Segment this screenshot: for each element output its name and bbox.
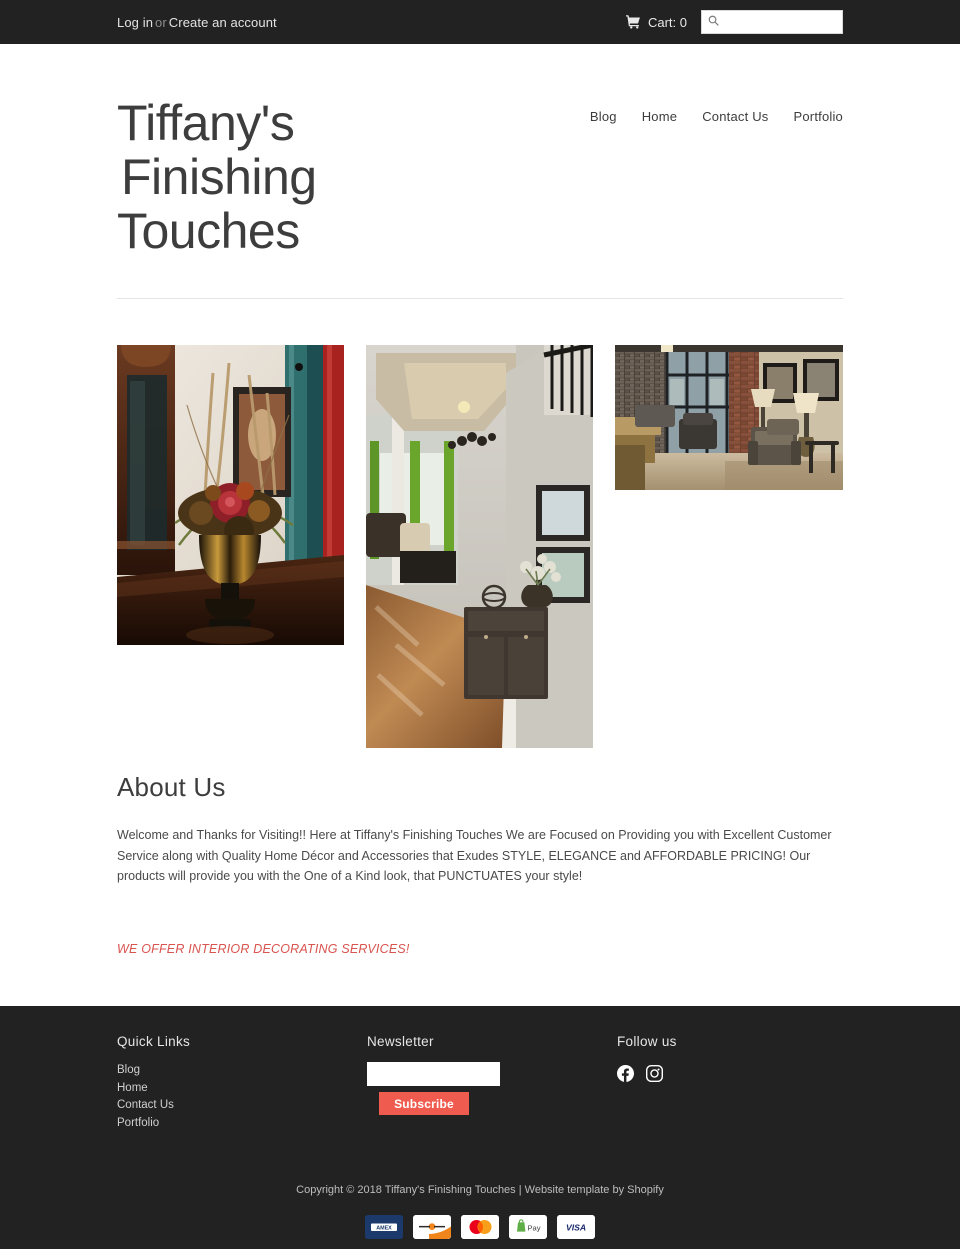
visa-icon: VISA bbox=[557, 1215, 595, 1239]
gallery-image-lounge-seating[interactable] bbox=[615, 345, 843, 490]
footer-columns: Quick Links Blog Home Contact Us Portfol… bbox=[117, 1034, 843, 1132]
search-input[interactable] bbox=[719, 11, 866, 33]
auth-links: Log in or Create an account bbox=[117, 15, 277, 30]
footer-link-home[interactable]: Home bbox=[117, 1080, 367, 1098]
about-body: Welcome and Thanks for Visiting!! Here a… bbox=[117, 828, 832, 883]
site-header: Tiffany's Finishing Touches Blog Home Co… bbox=[117, 44, 843, 258]
discover-icon bbox=[413, 1215, 451, 1239]
top-bar-inner: Log in or Create an account Cart: 0 bbox=[117, 10, 866, 34]
shopping-cart-icon bbox=[625, 15, 641, 29]
svg-text:Pay: Pay bbox=[527, 1224, 540, 1233]
login-link[interactable]: Log in bbox=[117, 15, 153, 30]
logo-line-3: Touches bbox=[117, 203, 300, 259]
social-links bbox=[617, 1062, 843, 1082]
create-account-link[interactable]: Create an account bbox=[169, 15, 277, 30]
mastercard-icon bbox=[461, 1215, 499, 1239]
svg-text:AMEX: AMEX bbox=[376, 1225, 392, 1231]
amex-icon: AMEX bbox=[365, 1215, 403, 1239]
footer-link-blog[interactable]: Blog bbox=[117, 1062, 367, 1080]
newsletter-heading: Newsletter bbox=[367, 1034, 434, 1049]
subscribe-button[interactable]: Subscribe bbox=[379, 1092, 469, 1115]
shop-pay-icon: Pay bbox=[509, 1215, 547, 1239]
facebook-icon[interactable] bbox=[617, 1065, 634, 1082]
footer-quick-links-column: Quick Links Blog Home Contact Us Portfol… bbox=[117, 1034, 367, 1132]
instagram-icon[interactable] bbox=[646, 1065, 663, 1082]
image-gallery bbox=[117, 299, 843, 748]
auth-separator: or bbox=[155, 14, 167, 30]
gallery-image-foyer-interior[interactable] bbox=[366, 345, 593, 748]
about-heading: About Us bbox=[117, 772, 226, 802]
logo-line-1: Tiffany's bbox=[117, 95, 295, 151]
top-utility-bar: Log in or Create an account Cart: 0 bbox=[0, 0, 960, 44]
gallery-image-floral-arrangement[interactable] bbox=[117, 345, 344, 645]
search-icon bbox=[708, 13, 719, 31]
footer-link-contact-us[interactable]: Contact Us bbox=[117, 1097, 367, 1115]
footer-link-portfolio[interactable]: Portfolio bbox=[117, 1115, 367, 1133]
cart-link[interactable]: Cart: 0 bbox=[625, 14, 687, 30]
quick-links-heading: Quick Links bbox=[117, 1034, 191, 1049]
copyright-text: Copyright © 2018 Tiffany's Finishing Tou… bbox=[296, 1184, 664, 1196]
follow-us-heading: Follow us bbox=[617, 1034, 677, 1049]
about-section: About Us Welcome and Thanks for Visiting… bbox=[117, 748, 843, 959]
main-navigation: Blog Home Contact Us Portfolio bbox=[590, 58, 843, 124]
nav-item-blog[interactable]: Blog bbox=[590, 109, 617, 124]
site-logo[interactable]: Tiffany's Finishing Touches bbox=[117, 58, 317, 258]
footer-follow-column: Follow us bbox=[617, 1034, 843, 1132]
cart-count-label: Cart: 0 bbox=[647, 14, 687, 30]
payment-methods: AMEX Pay VISA bbox=[0, 1196, 960, 1239]
interior-decorating-services-note: WE OFFER INTERIOR DECORATING SERVICES! bbox=[117, 941, 410, 956]
nav-item-portfolio[interactable]: Portfolio bbox=[794, 109, 844, 124]
footer-newsletter-column: Newsletter Subscribe bbox=[367, 1034, 617, 1132]
site-footer: Quick Links Blog Home Contact Us Portfol… bbox=[0, 1006, 960, 1249]
top-bar-right: Cart: 0 bbox=[625, 10, 866, 34]
search-box[interactable] bbox=[701, 10, 866, 34]
svg-text:VISA: VISA bbox=[566, 1223, 586, 1233]
newsletter-email-input[interactable] bbox=[367, 1062, 500, 1086]
logo-line-2: Finishing bbox=[121, 149, 317, 205]
quick-links-list: Blog Home Contact Us Portfolio bbox=[117, 1062, 367, 1132]
nav-item-contact-us[interactable]: Contact Us bbox=[702, 109, 768, 124]
nav-item-home[interactable]: Home bbox=[642, 109, 677, 124]
